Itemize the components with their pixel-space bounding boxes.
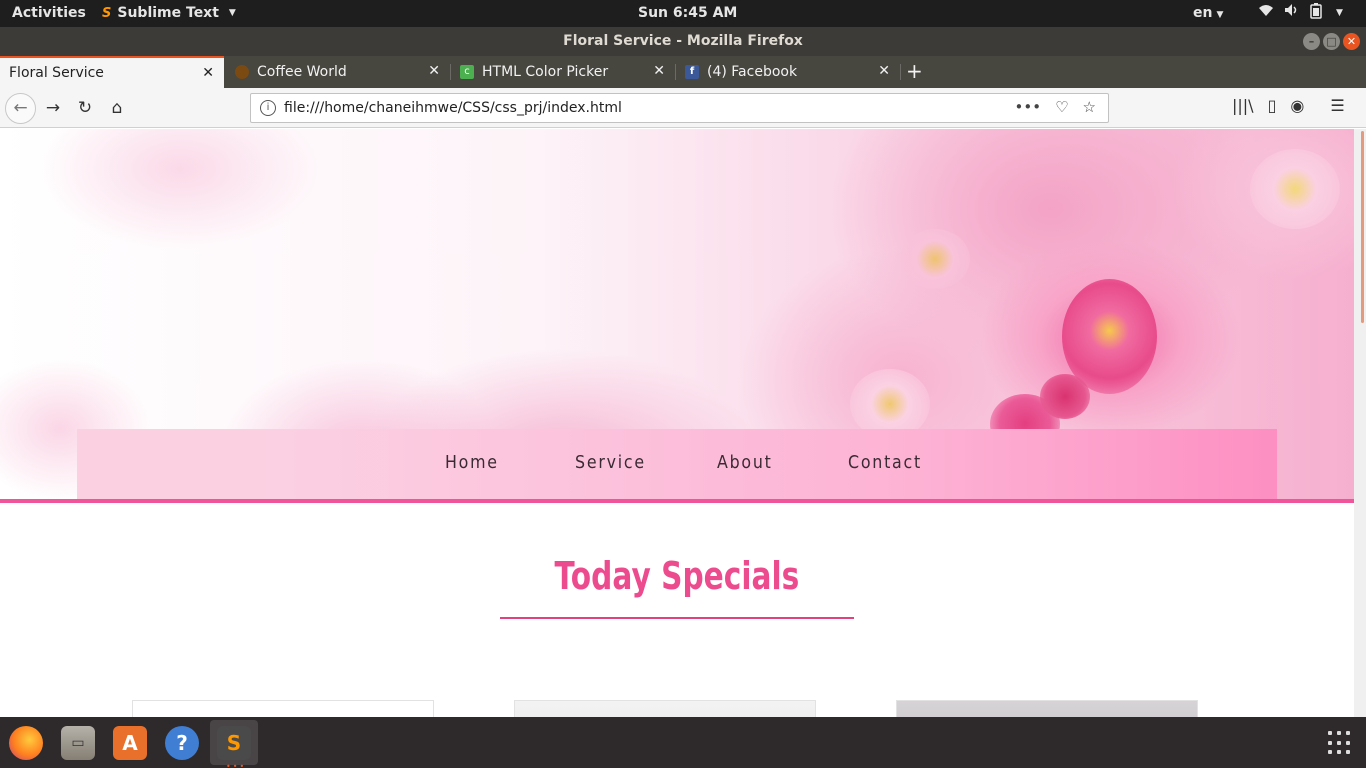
- window-titlebar[interactable]: Floral Service - Mozilla Firefox – □ ✕: [0, 27, 1366, 56]
- volume-icon: [1284, 3, 1300, 23]
- new-tab-plus-icon[interactable]: +: [906, 59, 923, 83]
- activities-button[interactable]: Activities: [12, 5, 86, 21]
- language-label: en: [1193, 5, 1213, 21]
- bookmark-star-icon[interactable]: ☆: [1083, 98, 1096, 116]
- chevron-down-icon: ▼: [1216, 10, 1224, 20]
- toolbar-right: |||\ ▯ ◉ ☰: [1232, 96, 1345, 115]
- nav-toolbar: ← → ↻ ⌂ i file:///home/chaneihmwe/CSS/cs…: [0, 88, 1366, 128]
- wifi-icon: [1258, 3, 1274, 23]
- specials-underline: [500, 617, 854, 619]
- minimize-button[interactable]: –: [1303, 33, 1320, 50]
- nav-link-home[interactable]: Home: [445, 452, 499, 473]
- sublime-text-icon[interactable]: S: [217, 726, 251, 760]
- window-controls: – □ ✕: [1303, 33, 1360, 50]
- nav-link-contact[interactable]: Contact: [848, 452, 922, 473]
- close-tab-icon[interactable]: ✕: [202, 65, 214, 81]
- tab-facebook[interactable]: f (4) Facebook ✕: [676, 56, 900, 88]
- library-icon[interactable]: |||\: [1232, 96, 1254, 115]
- tab-html-color-picker[interactable]: c HTML Color Picker ✕: [451, 56, 675, 88]
- close-tab-icon[interactable]: ✕: [428, 63, 440, 79]
- hamburger-menu-icon[interactable]: ☰: [1330, 96, 1344, 115]
- firefox-icon[interactable]: [9, 726, 43, 760]
- page-scrollbar[interactable]: [1354, 129, 1366, 717]
- specials-heading: Today Specials: [554, 554, 800, 598]
- tab-label: (4) Facebook: [707, 64, 798, 80]
- clock[interactable]: Sun 6:45 AM: [638, 5, 737, 21]
- language-indicator[interactable]: en ▼: [1193, 5, 1223, 21]
- sidebar-icon[interactable]: ▯: [1268, 96, 1277, 115]
- color-picker-favicon-icon: c: [460, 65, 474, 79]
- running-indicator: •••: [226, 762, 247, 771]
- tab-label: Coffee World: [257, 64, 347, 80]
- files-icon[interactable]: ▭: [61, 726, 95, 760]
- tab-coffee-world[interactable]: Coffee World ✕: [226, 56, 450, 88]
- special-card[interactable]: [514, 700, 816, 717]
- reload-icon[interactable]: ↻: [73, 96, 97, 120]
- battery-icon: [1310, 3, 1322, 23]
- tab-strip: Floral Service ✕ Coffee World ✕ c HTML C…: [0, 56, 1366, 88]
- nav-link-service[interactable]: Service: [575, 452, 646, 473]
- page-viewport[interactable]: Home Service About Contact Today Special…: [0, 129, 1354, 717]
- forward-arrow-icon[interactable]: →: [41, 96, 65, 120]
- app-menu[interactable]: S Sublime Text ▼: [102, 5, 236, 21]
- special-card[interactable]: [896, 700, 1198, 717]
- close-tab-icon[interactable]: ✕: [878, 63, 890, 79]
- tab-floral-service[interactable]: Floral Service ✕: [0, 56, 224, 88]
- sublime-icon: S: [102, 5, 112, 21]
- chevron-down-icon: ▼: [228, 8, 236, 18]
- system-tray[interactable]: ▼: [1258, 3, 1343, 23]
- tab-label: Floral Service: [9, 65, 104, 81]
- url-actions: ••• ♡ ☆: [1015, 98, 1096, 116]
- facebook-favicon-icon: f: [685, 65, 699, 79]
- system-top-panel: Activities S Sublime Text ▼ Sun 6:45 AM …: [0, 0, 1366, 27]
- coffee-favicon-icon: [235, 65, 249, 79]
- back-arrow-icon[interactable]: ←: [5, 93, 36, 124]
- hero-flower-banner: Home Service About Contact: [0, 129, 1354, 499]
- close-tab-icon[interactable]: ✕: [653, 63, 665, 79]
- blossom: [900, 229, 970, 289]
- software-store-icon[interactable]: A: [113, 726, 147, 760]
- window-title: Floral Service - Mozilla Firefox: [563, 33, 803, 49]
- tab-label: HTML Color Picker: [482, 64, 609, 80]
- home-icon[interactable]: ⌂: [105, 96, 129, 120]
- chevron-down-icon: ▼: [1336, 8, 1343, 18]
- site-nav-bar: Home Service About Contact: [77, 429, 1277, 499]
- maximize-button[interactable]: □: [1323, 33, 1340, 50]
- tab-separator: [900, 64, 901, 80]
- pocket-icon[interactable]: ♡: [1055, 98, 1068, 116]
- ubuntu-dock: ▭ A ? S •••: [0, 717, 1366, 771]
- show-applications-grid-icon[interactable]: [1328, 731, 1352, 755]
- special-card[interactable]: [132, 700, 434, 717]
- app-menu-label: Sublime Text: [117, 5, 219, 21]
- url-bar[interactable]: i file:///home/chaneihmwe/CSS/css_prj/in…: [250, 93, 1109, 123]
- page-actions-ellipsis-icon[interactable]: •••: [1015, 98, 1042, 116]
- info-icon[interactable]: i: [260, 100, 276, 116]
- help-icon[interactable]: ?: [165, 726, 199, 760]
- blossom: [1250, 149, 1340, 229]
- rose-bud: [1040, 374, 1090, 419]
- close-window-button[interactable]: ✕: [1343, 33, 1360, 50]
- nav-link-about[interactable]: About: [717, 452, 773, 473]
- header-divider: [0, 499, 1354, 503]
- scrollbar-thumb[interactable]: [1361, 131, 1364, 323]
- account-icon[interactable]: ◉: [1290, 96, 1304, 115]
- url-text[interactable]: file:///home/chaneihmwe/CSS/css_prj/inde…: [284, 100, 622, 116]
